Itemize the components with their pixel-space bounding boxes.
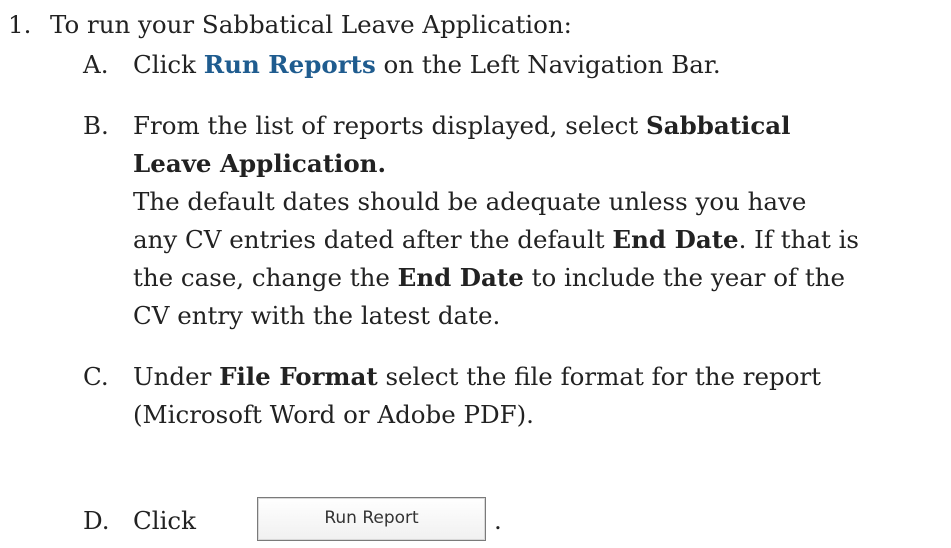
item-d-pre: Click: [133, 506, 196, 535]
item-b-line-4-pre: any CV entries dated after the default: [133, 225, 613, 254]
item-b-line-2: Leave Application.: [133, 149, 387, 178]
item-a-letter: A.: [83, 50, 109, 79]
item-c-letter: C.: [83, 362, 109, 391]
step-number: 1.: [8, 10, 32, 39]
run-reports-link[interactable]: Run Reports: [204, 50, 376, 79]
run-report-button[interactable]: Run Report: [257, 497, 486, 541]
item-c-line-1-pre: Under: [133, 362, 220, 391]
item-a-pre: Click: [133, 50, 204, 79]
item-b-line-6: CV entry with the latest date.: [133, 301, 501, 330]
sabbatical-report-name: Sabbatical: [646, 111, 791, 140]
item-b-line-1-pre: From the list of reports displayed, sele…: [133, 111, 647, 140]
item-a-post: on the Left Navigation Bar.: [375, 50, 721, 79]
end-date-term-2: End Date: [397, 263, 524, 292]
step-intro: To run your Sabbatical Leave Application…: [50, 10, 572, 39]
end-date-term: End Date: [612, 225, 739, 254]
item-c-line-2: (Microsoft Word or Adobe PDF).: [133, 400, 534, 429]
item-b-line-4-post: . If that is: [738, 225, 859, 254]
item-a-text: Click Run Reports on the Left Navigation…: [133, 45, 721, 85]
item-b-line-5-post: to include the year of the: [523, 263, 846, 292]
item-d-letter: D.: [83, 506, 110, 535]
item-b-line-5: the case, change the End Date to include…: [133, 258, 845, 298]
instruction-document: 1. To run your Sabbatical Leave Applicat…: [0, 0, 951, 548]
item-b-letter: B.: [83, 111, 109, 140]
item-b-line-5-pre: the case, change the: [133, 263, 398, 292]
item-b-line-3: The default dates should be adequate unl…: [133, 187, 807, 216]
item-c-line-1-post: select the file format for the report: [377, 362, 822, 391]
file-format-term: File Format: [219, 362, 378, 391]
item-b-line-4: any CV entries dated after the default E…: [133, 220, 859, 260]
item-d-post: .: [494, 506, 502, 535]
item-b-line-1: From the list of reports displayed, sele…: [133, 106, 790, 146]
item-c-line-1: Under File Format select the file format…: [133, 357, 821, 397]
